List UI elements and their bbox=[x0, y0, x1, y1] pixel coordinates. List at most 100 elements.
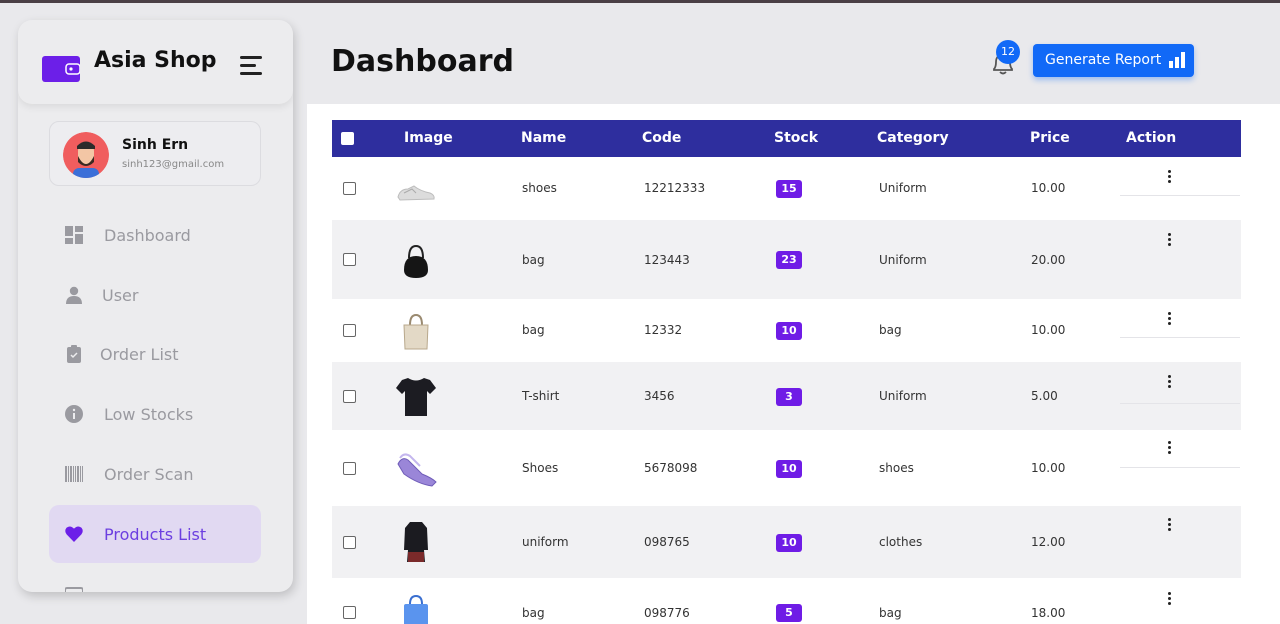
sidebar-item-products-list[interactable]: Products List bbox=[49, 505, 261, 563]
row-category: bag bbox=[879, 323, 902, 337]
sidebar-item-partial[interactable] bbox=[49, 565, 261, 592]
row-name: shoes bbox=[522, 181, 557, 195]
more-vertical-icon[interactable] bbox=[1168, 375, 1174, 391]
stock-badge: 3 bbox=[776, 388, 802, 406]
notification-badge: 12 bbox=[996, 40, 1020, 64]
more-vertical-icon[interactable] bbox=[1168, 518, 1174, 534]
row-code: 3456 bbox=[644, 389, 675, 403]
row-price: 10.00 bbox=[1031, 323, 1066, 337]
row-code: 5678098 bbox=[644, 461, 698, 475]
table-row: T-shirt 3456 3 Uniform 5.00 bbox=[332, 362, 1241, 430]
sidebar-item-order-scan[interactable]: Order Scan bbox=[49, 445, 261, 503]
row-checkbox[interactable] bbox=[343, 606, 356, 619]
user-icon bbox=[66, 286, 82, 304]
nav-label: User bbox=[102, 286, 139, 305]
bag-image bbox=[404, 244, 428, 278]
blue-bag-image bbox=[404, 594, 428, 624]
row-price: 20.00 bbox=[1031, 253, 1066, 267]
table-row: bag 12332 10 bag 10.00 bbox=[332, 299, 1241, 362]
table-row: Shoes 5678098 10 shoes 10.00 bbox=[332, 430, 1241, 506]
user-profile-card[interactable]: Sinh Ern sinh123@gmail.com bbox=[49, 121, 261, 186]
select-all-checkbox[interactable] bbox=[341, 132, 354, 145]
row-checkbox[interactable] bbox=[343, 462, 356, 475]
table-header: Image Name Code Stock Category Price Act… bbox=[332, 120, 1241, 157]
row-checkbox[interactable] bbox=[343, 324, 356, 337]
row-name: uniform bbox=[522, 535, 569, 549]
row-price: 12.00 bbox=[1031, 535, 1066, 549]
generate-report-label: Generate Report bbox=[1045, 52, 1162, 68]
column-header-stock: Stock bbox=[774, 130, 819, 146]
brand-name: Asia Shop bbox=[94, 48, 217, 73]
row-name: bag bbox=[522, 253, 545, 267]
nav-label: Dashboard bbox=[104, 226, 191, 245]
table-row: uniform 098765 10 clothes 12.00 bbox=[332, 506, 1241, 578]
column-header-action: Action bbox=[1126, 130, 1177, 146]
grid-icon bbox=[65, 226, 83, 244]
heart-icon bbox=[65, 526, 83, 542]
more-vertical-icon[interactable] bbox=[1168, 233, 1174, 249]
divider bbox=[1120, 337, 1240, 338]
profile-email: sinh123@gmail.com bbox=[122, 159, 225, 170]
row-price: 10.00 bbox=[1031, 461, 1066, 475]
stock-badge: 10 bbox=[776, 322, 802, 340]
row-code: 12332 bbox=[644, 323, 683, 337]
stock-badge: 10 bbox=[776, 460, 802, 478]
stock-badge: 5 bbox=[776, 604, 802, 622]
row-code: 123443 bbox=[644, 253, 690, 267]
row-name: Shoes bbox=[522, 461, 559, 475]
row-category: Uniform bbox=[879, 253, 927, 267]
hamburger-menu-icon[interactable] bbox=[240, 56, 264, 78]
table-row: bag 098776 5 bag 18.00 bbox=[332, 578, 1241, 624]
shoes-image bbox=[397, 185, 435, 201]
table-row: shoes 12212333 15 Uniform 10.00 bbox=[332, 157, 1241, 220]
column-header-category: Category bbox=[877, 130, 949, 146]
sneakers-image bbox=[397, 453, 437, 487]
more-vertical-icon[interactable] bbox=[1168, 170, 1174, 186]
card-icon bbox=[65, 587, 83, 592]
row-category: Uniform bbox=[879, 389, 927, 403]
generate-report-button[interactable]: Generate Report bbox=[1033, 44, 1194, 77]
divider bbox=[1120, 467, 1240, 468]
more-vertical-icon[interactable] bbox=[1168, 312, 1174, 328]
row-category: clothes bbox=[879, 535, 923, 549]
sidebar-item-dashboard[interactable]: Dashboard bbox=[49, 206, 261, 264]
column-header-name: Name bbox=[521, 130, 567, 146]
barcode-icon bbox=[65, 466, 83, 482]
main-content: Image Name Code Stock Category Price Act… bbox=[307, 104, 1280, 624]
column-header-image: Image bbox=[404, 130, 453, 146]
brand-header: Asia Shop bbox=[18, 20, 293, 104]
more-vertical-icon[interactable] bbox=[1168, 441, 1174, 457]
tote-bag-image bbox=[403, 313, 429, 350]
profile-name: Sinh Ern bbox=[122, 137, 189, 153]
nav-label: Order Scan bbox=[104, 465, 194, 484]
row-price: 10.00 bbox=[1031, 181, 1066, 195]
row-checkbox[interactable] bbox=[343, 182, 356, 195]
row-category: Uniform bbox=[879, 181, 927, 195]
sidebar-item-order-list[interactable]: Order List bbox=[49, 325, 261, 383]
more-vertical-icon[interactable] bbox=[1168, 592, 1174, 608]
table-row: bag 123443 23 Uniform 20.00 bbox=[332, 220, 1241, 299]
row-checkbox[interactable] bbox=[343, 536, 356, 549]
sidebar-item-user[interactable]: User bbox=[49, 266, 261, 324]
nav-label: Low Stocks bbox=[104, 405, 194, 424]
row-name: bag bbox=[522, 323, 545, 337]
stock-badge: 23 bbox=[776, 251, 802, 269]
row-price: 18.00 bbox=[1031, 606, 1066, 620]
divider bbox=[1120, 403, 1240, 404]
row-checkbox[interactable] bbox=[343, 253, 356, 266]
row-code: 098776 bbox=[644, 606, 690, 620]
wallet-icon bbox=[42, 56, 80, 82]
sidebar-item-low-stocks[interactable]: Low Stocks bbox=[49, 385, 261, 443]
nav-label: Order List bbox=[100, 345, 179, 364]
divider bbox=[1120, 195, 1240, 196]
row-category: bag bbox=[879, 606, 902, 620]
column-header-code: Code bbox=[642, 130, 682, 146]
row-name: T-shirt bbox=[522, 389, 560, 403]
page-title: Dashboard bbox=[331, 44, 514, 79]
row-price: 5.00 bbox=[1031, 389, 1058, 403]
row-code: 098765 bbox=[644, 535, 690, 549]
row-category: shoes bbox=[879, 461, 914, 475]
sidebar: Asia Shop Sinh Ern sinh123@gmail.com Das… bbox=[18, 20, 293, 592]
row-checkbox[interactable] bbox=[343, 390, 356, 403]
clipboard-icon bbox=[67, 345, 81, 363]
